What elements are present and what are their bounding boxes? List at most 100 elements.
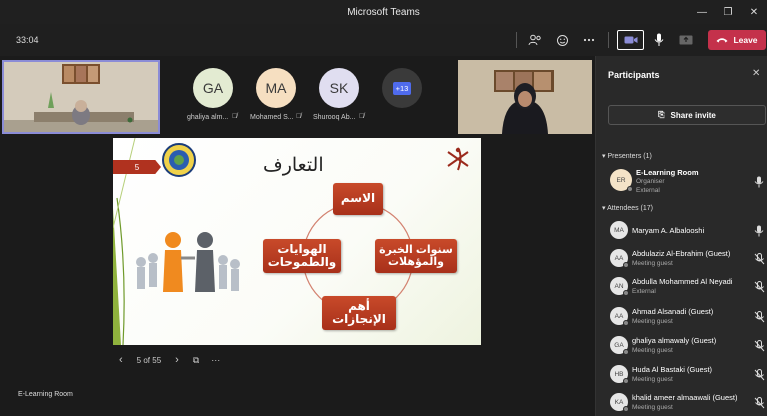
microphone-icon[interactable] bbox=[648, 30, 670, 50]
avatar-initials: HB bbox=[614, 370, 624, 378]
participant-name: khalid ameer almaawali (Guest) bbox=[632, 393, 738, 402]
toolbar-divider bbox=[516, 32, 517, 48]
previous-slide-icon[interactable]: ‹ bbox=[119, 354, 123, 366]
meeting-stage: GA ghaliya alm... 🎙̸ MA Mohamed S... 🎙̸ … bbox=[0, 56, 595, 416]
presentation-slide: 5 التعارف الاسم سنوات الخبرة والمؤهلات ا… bbox=[113, 138, 481, 345]
participant-row[interactable]: MA Maryam A. Albalooshi bbox=[608, 218, 767, 244]
slide-box-hobbies: الهوايات والطموحات bbox=[263, 239, 341, 273]
participants-panel: Participants ✕ ⎘ Share invite ▾ Presente… bbox=[595, 56, 767, 416]
share-screen-icon[interactable] bbox=[675, 30, 697, 50]
avatar: AA bbox=[610, 249, 629, 268]
camera-icon[interactable] bbox=[617, 30, 644, 50]
status-dot bbox=[623, 349, 629, 355]
avatar-initials: GA bbox=[202, 80, 224, 96]
participant-row[interactable]: GA ghaliya almawaly (Guest) Meeting gues… bbox=[608, 333, 767, 359]
status-dot bbox=[623, 262, 629, 268]
reactions-icon[interactable] bbox=[551, 30, 573, 50]
mic-off-icon bbox=[754, 310, 766, 323]
slide-number-text: 5 bbox=[134, 162, 140, 172]
avatar-initials: ER bbox=[616, 176, 626, 184]
participant-row[interactable]: AN Abdulla Mohammed Al Neyadi External bbox=[608, 274, 767, 300]
phone-icon bbox=[716, 38, 728, 43]
participant-type: Meeting guest bbox=[632, 318, 673, 325]
minimize-icon[interactable]: — bbox=[689, 0, 715, 24]
participant-row[interactable]: KA khalid ameer almaawali (Guest) Meetin… bbox=[608, 390, 767, 416]
slide-navigation: ‹ 5 of 55 › ⧉ ··· bbox=[113, 352, 220, 368]
status-dot bbox=[623, 406, 629, 412]
share-invite-button[interactable]: ⎘ Share invite bbox=[608, 105, 766, 125]
more-participants-button[interactable]: +13 bbox=[382, 68, 422, 108]
participant-video-1[interactable] bbox=[2, 60, 160, 134]
people-icon[interactable] bbox=[524, 30, 546, 50]
participant-name: Maryam A. Albalooshi bbox=[632, 226, 705, 235]
mic-off-icon bbox=[754, 280, 766, 293]
meeting-timer: 33:04 bbox=[16, 35, 39, 45]
more-options-icon[interactable] bbox=[578, 30, 600, 50]
participant-avatar[interactable]: GA bbox=[193, 68, 233, 108]
avatar-initials: KA bbox=[614, 398, 624, 406]
slide-box-name: الاسم bbox=[333, 183, 383, 215]
participant-name: Ahmad Alsanadi (Guest) bbox=[632, 307, 714, 316]
participant-avatar[interactable]: SK bbox=[319, 68, 359, 108]
avatar: AN bbox=[610, 277, 629, 296]
close-icon[interactable]: ✕ bbox=[752, 68, 760, 79]
handshake-figures-image bbox=[136, 232, 240, 292]
slide-grid-icon[interactable]: ⧉ bbox=[193, 355, 199, 366]
participant-row[interactable]: AA Ahmad Alsanadi (Guest) Meeting guest bbox=[608, 304, 767, 330]
participant-type: Meeting guest bbox=[632, 260, 673, 267]
maximize-icon[interactable]: ❐ bbox=[715, 0, 741, 24]
mic-off-icon: 🎙̸ bbox=[232, 113, 238, 120]
slide-more-options-icon[interactable]: ··· bbox=[211, 355, 220, 365]
status-dot bbox=[623, 378, 629, 384]
next-slide-icon[interactable]: › bbox=[175, 354, 179, 366]
avatar-initials: MA bbox=[265, 80, 287, 96]
participant-type: Meeting guest bbox=[632, 347, 673, 354]
attendees-label: Attendees (17) bbox=[607, 205, 653, 212]
avatar-initials: AA bbox=[614, 254, 624, 262]
participant-type: Meeting guest bbox=[632, 404, 673, 411]
window-title: Microsoft Teams bbox=[347, 6, 420, 18]
leave-label: Leave bbox=[733, 35, 758, 45]
meeting-toolbar: 33:04 Leave bbox=[0, 24, 767, 56]
mic-off-icon bbox=[754, 339, 766, 352]
presenters-section-header[interactable]: ▾ Presenters (1) bbox=[602, 152, 652, 160]
status-dot bbox=[623, 290, 629, 296]
mic-off-icon bbox=[754, 368, 766, 381]
avatar: AA bbox=[610, 307, 629, 326]
avatar: HB bbox=[610, 365, 629, 384]
leave-button[interactable]: Leave bbox=[708, 30, 766, 50]
avatar: ER bbox=[610, 169, 633, 192]
participant-name: Huda Al Bastaki (Guest) bbox=[632, 365, 713, 374]
avatar-name: Shurooq Ab... bbox=[313, 114, 356, 121]
participant-name: ghaliya almawaly (Guest) bbox=[632, 336, 717, 345]
avatar-initials: SK bbox=[329, 80, 349, 96]
avatar-name: ghaliya alm... bbox=[187, 114, 229, 121]
participant-name: Abdulla Mohammed Al Neyadi bbox=[632, 277, 733, 286]
mic-off-icon bbox=[754, 252, 766, 265]
more-participants-count: +13 bbox=[392, 81, 412, 95]
slide-counter: 5 of 55 bbox=[136, 355, 162, 365]
title-bar: Microsoft Teams — ❐ ✕ bbox=[0, 0, 767, 24]
participant-row-presenter[interactable]: ER E-Learning Room Organiser External bbox=[608, 166, 767, 198]
share-invite-icon: ⎘ bbox=[658, 110, 665, 119]
attendees-section-header[interactable]: ▾ Attendees (17) bbox=[602, 204, 653, 212]
gcc-logo-icon bbox=[162, 143, 196, 177]
participant-avatar[interactable]: MA bbox=[256, 68, 296, 108]
slide-number: 5 bbox=[113, 160, 161, 174]
share-invite-label: Share invite bbox=[670, 110, 716, 120]
panel-title: Participants bbox=[608, 70, 660, 80]
avatar: KA bbox=[610, 393, 629, 412]
participant-video-2[interactable] bbox=[458, 60, 592, 134]
mic-off-icon: 🎙̸ bbox=[296, 113, 302, 120]
close-window-icon[interactable]: ✕ bbox=[741, 0, 767, 24]
mic-off-icon bbox=[754, 396, 766, 409]
avatar-name: Mohamed S... bbox=[250, 114, 294, 121]
presenter-name-label: E-Learning Room bbox=[18, 391, 73, 398]
participant-row[interactable]: HB Huda Al Bastaki (Guest) Meeting guest bbox=[608, 362, 767, 388]
status-dot bbox=[627, 186, 633, 192]
toolbar-divider bbox=[608, 32, 609, 48]
slide-title: التعارف bbox=[263, 154, 324, 176]
participant-row[interactable]: AA Abdulaziz Al-Ebrahim (Guest) Meeting … bbox=[608, 246, 767, 272]
participant-type: External bbox=[636, 187, 660, 194]
slide-box-achievements: أهم الإنجازات bbox=[322, 296, 396, 330]
